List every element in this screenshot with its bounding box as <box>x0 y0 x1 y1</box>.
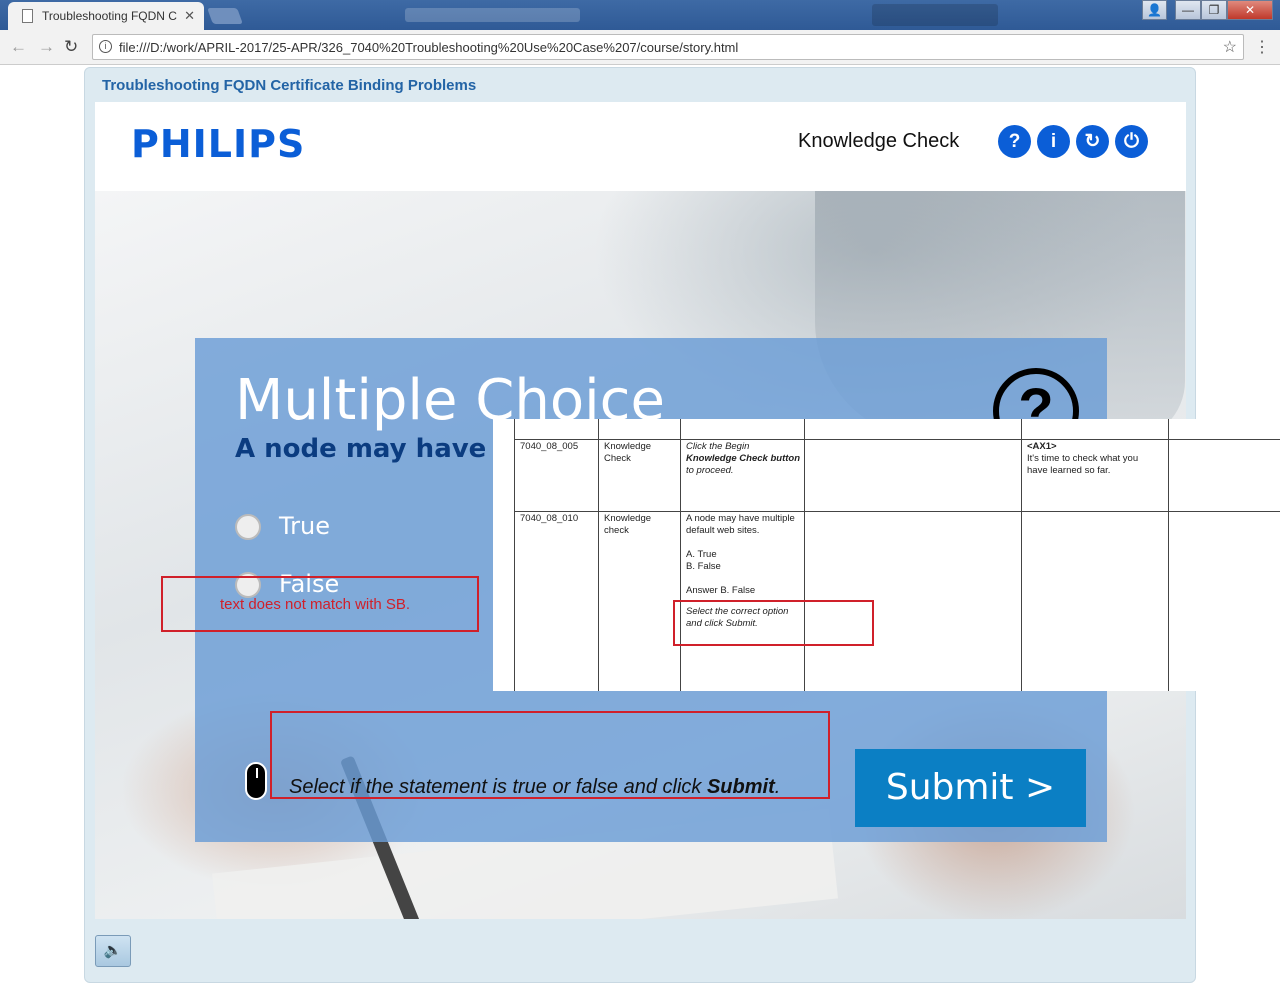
sb-row1-audio: <AX1> It's time to check what you have lea… <box>1027 441 1139 476</box>
browser-toolbar: ← → ↻ i file:///D:/work/APRIL-2017/25-AP… <box>0 30 1280 65</box>
address-bar[interactable]: i file:///D:/work/APRIL-2017/25-APR/326_… <box>92 34 1244 60</box>
browser-tabstrip: Troubleshooting FQDN C ✕ 👤 — ❐ ✕ <box>0 0 1280 30</box>
browser-menu-icon[interactable]: ⋮ <box>1254 37 1270 57</box>
maximize-button[interactable]: ❐ <box>1201 0 1227 20</box>
submit-button[interactable]: Submit > <box>855 749 1086 827</box>
sb-row2-id: 7040_08_010 <box>520 513 579 524</box>
tab-close-icon[interactable]: ✕ <box>184 8 195 24</box>
sb-row2-type: Knowledge check <box>604 513 652 536</box>
philips-logo: PHILIPS <box>131 122 306 166</box>
info-icon[interactable]: i <box>99 40 112 53</box>
document-icon <box>22 9 33 23</box>
forward-icon[interactable]: → <box>38 37 55 57</box>
info-icon[interactable]: i <box>1037 125 1070 158</box>
url-text[interactable]: file:///D:/work/APRIL-2017/25-APR/326_70… <box>119 40 738 55</box>
blurred-taskbar-item <box>872 4 998 26</box>
back-icon[interactable]: ← <box>10 37 27 57</box>
new-tab-button[interactable] <box>207 8 243 24</box>
user-icon[interactable]: 👤 <box>1142 0 1167 20</box>
sb-row2-text: A node may have multiple default web site… <box>686 513 795 596</box>
replay-icon[interactable]: ↻ <box>1076 125 1109 158</box>
reload-icon[interactable]: ↻ <box>64 37 78 57</box>
option-true[interactable]: True <box>235 512 330 540</box>
minimize-button[interactable]: — <box>1175 0 1201 20</box>
exit-power-icon[interactable]: ⏻ <box>1115 125 1148 158</box>
tab-title: Troubleshooting FQDN C <box>42 9 177 23</box>
sb-row1-type: Knowledge Check <box>604 441 652 464</box>
close-window-button[interactable]: ✕ <box>1227 0 1273 20</box>
course-title: Troubleshooting FQDN Certificate Binding… <box>102 77 477 94</box>
storyboard-overlay: 7040_08_005 Knowledge Check Click the Be… <box>493 419 1280 691</box>
sb-highlight-box <box>673 600 874 646</box>
audio-toggle-button[interactable]: 🔈 <box>95 935 131 967</box>
bookmark-star-icon[interactable]: ☆ <box>1223 37 1237 57</box>
section-title: Knowledge Check <box>798 130 960 152</box>
blurred-window-title <box>405 8 580 22</box>
mouse-icon <box>245 762 267 800</box>
sb-row1-text: Click the Begin Knowledge Check button to … <box>686 441 800 476</box>
annotation-note: text does not match with SB. <box>220 596 411 613</box>
help-icon[interactable]: ? <box>998 125 1031 158</box>
instruction-highlight-box <box>270 711 830 799</box>
browser-tab[interactable]: Troubleshooting FQDN C ✕ <box>8 2 204 30</box>
radio-button[interactable] <box>235 514 261 540</box>
option-label: True <box>279 512 330 540</box>
sb-row1-id: 7040_08_005 <box>520 441 579 452</box>
